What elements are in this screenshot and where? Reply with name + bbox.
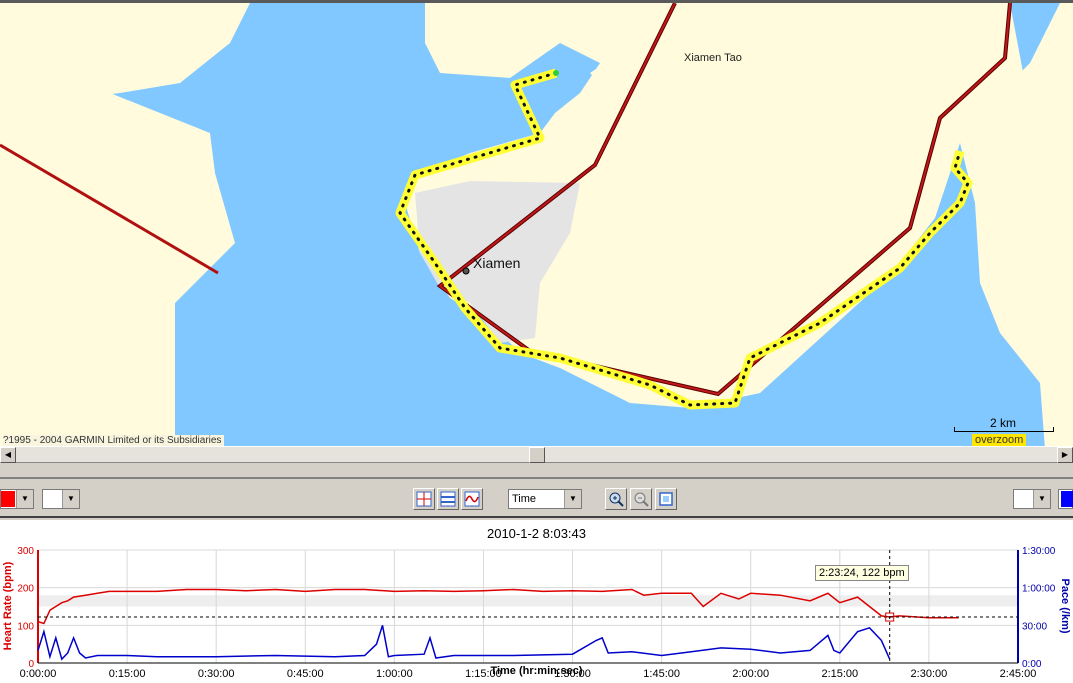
chart-title: 2010-1-2 8:03:43 — [486, 526, 587, 541]
overzoom-badge: overzoom — [972, 434, 1027, 446]
zoom-fit-button[interactable] — [655, 488, 677, 510]
left-tick-label: 300 — [17, 546, 34, 557]
zoom-out-icon — [634, 492, 649, 507]
x-axis-mode-select[interactable]: Time ▼ — [508, 489, 582, 509]
scale-bar — [954, 427, 1054, 432]
map-horizontal-scrollbar[interactable]: ◀ ▶ — [0, 446, 1073, 463]
crosshair-icon — [416, 491, 432, 507]
zoom-fit-icon — [659, 492, 673, 506]
chevron-down-icon: ▼ — [16, 490, 33, 508]
cursor-tooltip: 2:23:24, 122 bpm — [815, 565, 909, 581]
smooth-curve-button[interactable] — [461, 488, 483, 510]
crosshair-button[interactable] — [413, 488, 435, 510]
right-color-swatch — [1061, 491, 1073, 507]
chart-plot-area[interactable]: 0:00:00 0:15:00 0:30:00 0:45:00 1:00:00 1:15:… — [0, 540, 1073, 680]
series-line-pace — [37, 625, 891, 661]
left-color-select[interactable]: ▼ — [0, 489, 34, 509]
x-axis-label: Time (hr:min:sec) — [490, 665, 583, 677]
graph-panel[interactable]: 2010-1-2 8:03:43 Heart Rate (bpm) Pace (… — [0, 520, 1073, 683]
chevron-down-icon: ▼ — [564, 490, 581, 508]
map-view[interactable]: Xiamen Tao Xiamen ?1995 - 2004 GARMIN Li… — [0, 0, 1073, 446]
range-button[interactable] — [437, 488, 459, 510]
right-color-select[interactable] — [1058, 489, 1073, 509]
left-series-select[interactable]: ▼ — [42, 489, 80, 509]
track-start-marker[interactable] — [553, 70, 559, 76]
city-label: Xiamen — [473, 255, 521, 271]
zoom-in-icon — [609, 492, 624, 507]
right-tick-label: 1:00:00 — [1022, 584, 1056, 595]
map-canvas[interactable] — [0, 3, 1073, 446]
right-series-select[interactable]: ▼ — [1013, 489, 1051, 509]
graph-toolbar: ▼ ▼ Time ▼ ▼ — [0, 477, 1073, 518]
zoom-in-button[interactable] — [605, 488, 627, 510]
right-tick-label: 30:00 — [1022, 621, 1047, 632]
left-color-swatch — [1, 491, 15, 507]
scroll-left-button[interactable]: ◀ — [0, 447, 16, 463]
x-axis-mode-value: Time — [512, 493, 537, 505]
wave-icon — [464, 491, 480, 507]
target-zone-band — [38, 595, 1018, 607]
scroll-thumb[interactable] — [529, 447, 545, 463]
chevron-down-icon: ▼ — [1033, 490, 1050, 508]
right-tick-label: 1:30:00 — [1022, 546, 1056, 557]
left-tick-label: 100 — [17, 621, 34, 632]
city-marker — [462, 267, 470, 275]
map-copyright: ?1995 - 2004 GARMIN Limited or its Subsi… — [3, 435, 225, 446]
place-label-north: Xiamen Tao — [684, 52, 742, 64]
scroll-right-button[interactable]: ▶ — [1057, 447, 1073, 463]
chevron-down-icon: ▼ — [62, 490, 79, 508]
zoom-out-button[interactable] — [630, 488, 652, 510]
left-tick-label: 200 — [17, 584, 34, 595]
range-icon — [440, 491, 456, 507]
